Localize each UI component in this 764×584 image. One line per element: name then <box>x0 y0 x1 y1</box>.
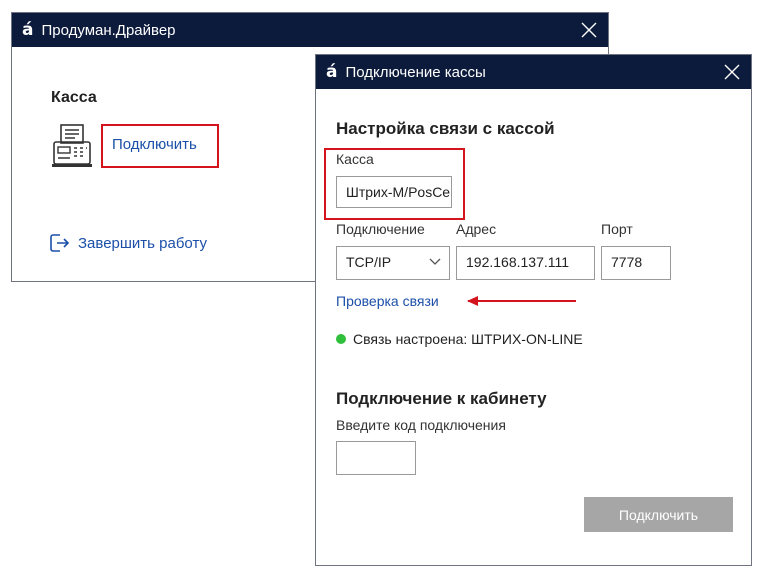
app-logo: á <box>22 20 34 40</box>
address-label: Адрес <box>456 221 497 237</box>
logout-icon <box>50 234 70 252</box>
connection-select-value: TCP/IP <box>346 254 392 270</box>
cabinet-heading: Подключение к кабинету <box>336 389 547 408</box>
check-connection-link[interactable]: Проверка связи <box>336 293 439 309</box>
dialog-logo: á <box>326 62 338 82</box>
main-close-icon[interactable] <box>576 17 602 43</box>
connection-select[interactable]: TCP/IP <box>336 246 450 280</box>
connect-link[interactable]: Подключить <box>112 136 197 153</box>
kassa-label: Касса <box>336 151 374 167</box>
kassa-section-title: Касса <box>51 89 97 106</box>
code-field[interactable] <box>336 441 416 475</box>
code-label: Введите код подключения <box>336 417 506 433</box>
connection-status: Связь настроена: ШТРИХ-ON-LINE <box>336 331 583 347</box>
connect-submit-button[interactable]: Подключить <box>584 497 733 532</box>
logout-button[interactable]: Завершить работу <box>50 234 207 252</box>
address-field[interactable]: 192.168.137.111 <box>456 246 595 280</box>
kassa-field[interactable]: Штрих-М/PosCenter <box>336 176 452 208</box>
port-field[interactable]: 7778 <box>601 246 671 280</box>
status-ok-indicator <box>336 334 346 344</box>
main-window-title: Продуман.Драйвер <box>41 21 176 39</box>
dialog-close-icon[interactable] <box>719 59 745 85</box>
red-arrow-annotation <box>467 296 576 306</box>
port-label: Порт <box>601 221 633 237</box>
logout-label: Завершить работу <box>78 234 207 252</box>
main-titlebar: á Продуман.Драйвер <box>12 13 608 47</box>
status-text: Связь настроена: ШТРИХ-ON-LINE <box>353 331 583 347</box>
dialog-title: Подключение кассы <box>345 63 486 81</box>
dialog-titlebar: á Подключение кассы <box>316 55 751 89</box>
connection-label: Подключение <box>336 221 425 237</box>
connect-kassa-dialog: á Подключение кассы Настройка связи с ка… <box>315 54 752 566</box>
settings-heading: Настройка связи с кассой <box>336 119 555 138</box>
cash-register-icon <box>50 123 94 174</box>
chevron-down-icon <box>429 258 441 265</box>
